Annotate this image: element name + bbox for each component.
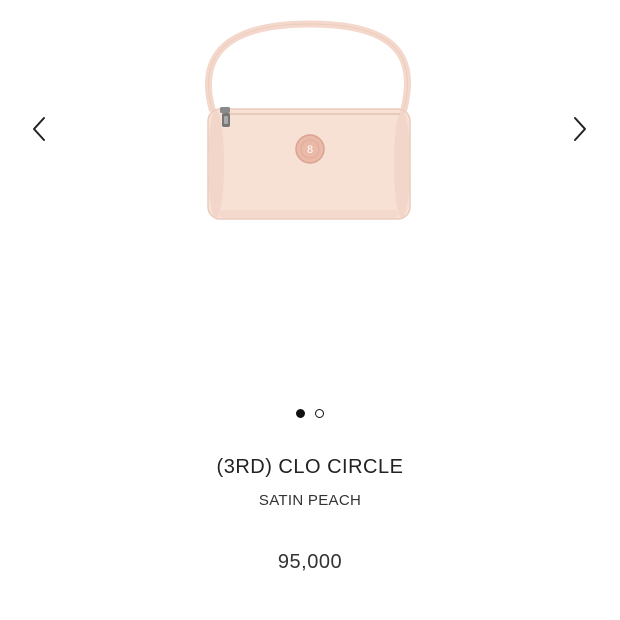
svg-text:8: 8	[307, 144, 313, 156]
carousel-dot-1[interactable]	[296, 409, 305, 418]
carousel-prev-button[interactable]	[24, 112, 54, 146]
chevron-right-icon	[574, 117, 586, 141]
carousel-dot-2[interactable]	[315, 409, 324, 418]
carousel-pagination	[0, 409, 620, 418]
product-detail-page: 8 (3RD) CLO CIRCLE SATIN PEACH 95,000	[0, 0, 620, 620]
product-variant: SATIN PEACH	[258, 492, 362, 509]
product-price: 95,000	[277, 551, 343, 573]
carousel-next-button[interactable]	[565, 112, 595, 146]
product-image-carousel[interactable]: 8	[0, 0, 620, 400]
product-name: (3RD) CLO CIRCLE	[216, 456, 404, 478]
product-image-handbag: 8	[205, 20, 412, 220]
chevron-left-icon	[33, 117, 45, 141]
